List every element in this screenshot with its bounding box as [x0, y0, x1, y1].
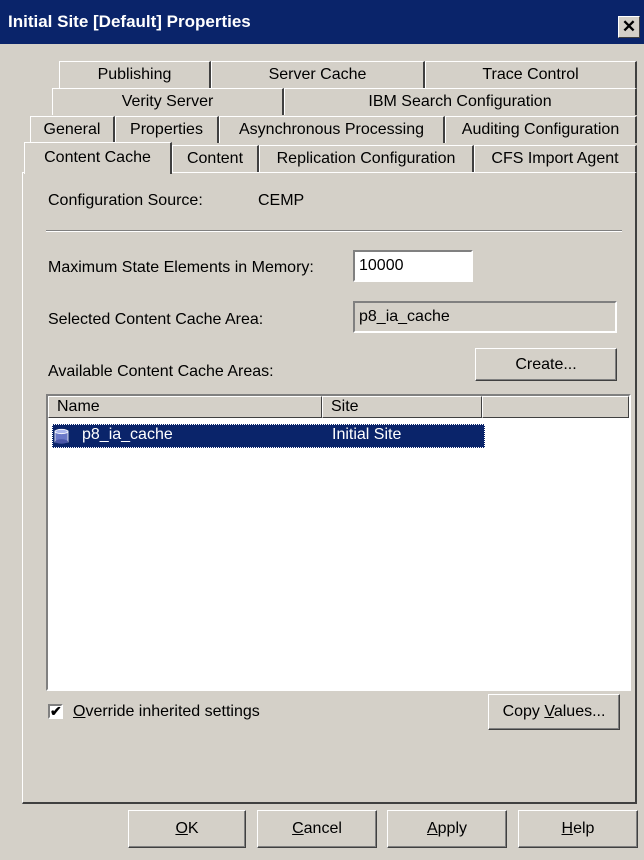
- cancel-label-rest: ancel: [303, 820, 342, 837]
- tab-label: Publishing: [97, 66, 172, 83]
- column-header-label: Name: [57, 398, 100, 415]
- tab-replication-configuration[interactable]: Replication Configuration: [259, 145, 474, 172]
- tab-label: Properties: [130, 121, 203, 138]
- ok-mnemonic: O: [175, 820, 188, 837]
- tab-content-cache[interactable]: Content Cache: [24, 142, 172, 174]
- tab-label: Verity Server: [121, 93, 214, 110]
- tab-label: Server Cache: [268, 66, 367, 83]
- selected-area-label: Selected Content Cache Area:: [48, 311, 264, 328]
- tab-verity-server[interactable]: Verity Server: [52, 88, 284, 115]
- tab-cfs-import-agent[interactable]: CFS Import Agent: [474, 145, 637, 172]
- apply-label-rest: pply: [437, 820, 468, 837]
- override-label-rest: verride inherited settings: [85, 703, 260, 720]
- content-cache-areas-list[interactable]: Name Site p8_ia_cache Initial Site: [46, 394, 631, 691]
- help-button[interactable]: Help: [518, 810, 638, 848]
- tab-auditing-configuration[interactable]: Auditing Configuration: [445, 116, 637, 143]
- tab-label: Asynchronous Processing: [239, 121, 424, 138]
- help-label-rest: elp: [573, 820, 595, 837]
- create-button[interactable]: Create...: [475, 348, 617, 381]
- tab-label: Content: [186, 150, 244, 167]
- column-header-empty: [482, 396, 629, 418]
- apply-mnemonic: A: [426, 820, 438, 837]
- separator: [46, 230, 622, 232]
- row-name: p8_ia_cache: [82, 426, 173, 443]
- tab-label: CFS Import Agent: [491, 150, 619, 167]
- available-areas-label: Available Content Cache Areas:: [48, 363, 274, 380]
- config-source-value: CEMP: [258, 192, 305, 209]
- override-checkbox[interactable]: ✔: [48, 703, 63, 719]
- tab-ibm-search-configuration[interactable]: IBM Search Configuration: [284, 88, 637, 115]
- max-state-label: Maximum State Elements in Memory:: [48, 259, 314, 276]
- config-source-label: Configuration Source:: [48, 192, 203, 209]
- tab-publishing[interactable]: Publishing: [59, 61, 211, 88]
- create-button-label: Create...: [515, 356, 577, 373]
- tab-asynchronous-processing[interactable]: Asynchronous Processing: [219, 116, 445, 143]
- override-label[interactable]: Override inherited settings: [73, 703, 260, 721]
- database-icon: [54, 428, 69, 444]
- selected-area-value: p8_ia_cache: [359, 308, 450, 325]
- tab-general[interactable]: General: [30, 116, 115, 143]
- tab-server-cache[interactable]: Server Cache: [211, 61, 425, 88]
- max-state-value: 10000: [359, 257, 404, 274]
- ok-button[interactable]: OK: [128, 810, 246, 848]
- copy-values-post: alues...: [553, 703, 606, 720]
- override-mnemonic: O: [73, 703, 86, 720]
- tab-label: Replication Configuration: [276, 150, 456, 167]
- tab-trace-control[interactable]: Trace Control: [425, 61, 637, 88]
- copy-values-pre: Copy: [502, 703, 545, 720]
- tab-label: General: [43, 121, 101, 138]
- row-site: Initial Site: [332, 426, 402, 443]
- column-header-name[interactable]: Name: [48, 396, 322, 418]
- tab-content[interactable]: Content: [172, 145, 259, 172]
- selected-area-field: p8_ia_cache: [353, 301, 617, 333]
- close-icon: ✕: [621, 17, 637, 36]
- apply-button[interactable]: Apply: [387, 810, 507, 848]
- tab-label: IBM Search Configuration: [368, 93, 552, 110]
- list-item[interactable]: p8_ia_cache Initial Site: [52, 424, 485, 448]
- copy-values-button[interactable]: Copy Values...: [488, 694, 620, 730]
- tab-properties[interactable]: Properties: [115, 116, 219, 143]
- column-header-site[interactable]: Site: [322, 396, 482, 418]
- column-header-label: Site: [331, 398, 359, 415]
- copy-values-mnemonic: V: [544, 703, 554, 720]
- ok-label-rest: K: [187, 820, 199, 837]
- checkmark-icon: ✔: [50, 703, 62, 719]
- cancel-button[interactable]: Cancel: [257, 810, 377, 848]
- cancel-mnemonic: C: [292, 820, 304, 837]
- tab-label: Trace Control: [482, 66, 579, 83]
- tab-label: Content Cache: [44, 149, 151, 166]
- window-title: Initial Site [Default] Properties: [8, 12, 251, 31]
- help-mnemonic: H: [561, 820, 574, 837]
- close-button[interactable]: ✕: [618, 16, 640, 38]
- title-bar: Initial Site [Default] Properties ✕: [0, 0, 644, 44]
- tab-label: Auditing Configuration: [461, 121, 620, 138]
- max-state-input[interactable]: 10000: [353, 250, 473, 282]
